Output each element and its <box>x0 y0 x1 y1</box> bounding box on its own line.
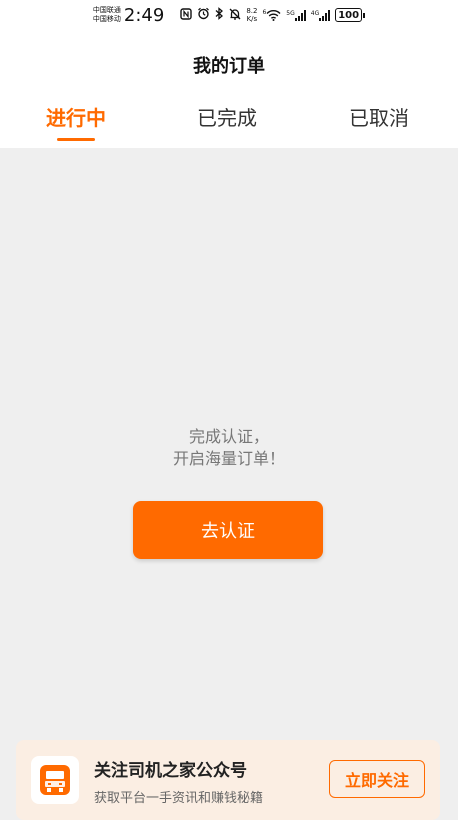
order-tabs: 进行中 已完成 已取消 <box>0 96 458 148</box>
clock: 2:49 <box>123 4 165 26</box>
order-list-area: 完成认证， 开启海量订单！ 去认证 关注司机之家公众号 获取平台一手资讯和赚钱秘… <box>0 148 458 820</box>
empty-state-line-2: 开启海量订单！ <box>172 449 285 468</box>
carrier-labels: 中国联通 中国移动 <box>93 6 121 24</box>
sim1-signal-icon: 5G <box>286 9 306 21</box>
banner-subtitle: 获取平台一手资讯和赚钱秘籍 <box>94 791 264 806</box>
wifi-icon: 6 <box>262 9 281 21</box>
active-tab-indicator <box>57 138 95 141</box>
tab-completed[interactable]: 已完成 <box>177 102 277 131</box>
net-speed-unit: K/s <box>246 15 258 23</box>
banner-title: 关注司机之家公众号 <box>94 761 247 781</box>
empty-state-message: 完成认证， 开启海量订单！ <box>0 426 458 470</box>
order-screen: 中国联通 中国移动 2:49 8.2 K/s 6 5G 4G 100 我的订单 … <box>0 0 458 820</box>
follow-account-banner[interactable]: 关注司机之家公众号 获取平台一手资讯和赚钱秘籍 立即关注 <box>16 740 440 820</box>
tab-in-progress[interactable]: 进行中 <box>26 102 126 131</box>
battery-icon: 100 <box>335 8 366 22</box>
net-speed: 8.2 K/s <box>246 7 257 23</box>
tab-cancelled[interactable]: 已取消 <box>329 102 429 131</box>
net-speed-value: 8.2 <box>246 7 258 15</box>
status-bar: 中国联通 中国移动 2:49 8.2 K/s 6 5G 4G 100 <box>0 0 458 30</box>
empty-state-line-1: 完成认证， <box>188 427 269 446</box>
carrier-1: 中国联通 <box>92 6 121 14</box>
sim2-signal-icon: 4G <box>310 9 331 21</box>
truck-icon <box>31 756 79 804</box>
alarm-icon <box>197 7 210 23</box>
nfc-icon <box>180 7 193 23</box>
verify-button[interactable]: 去认证 <box>133 501 323 559</box>
sim1-net: 5G <box>286 9 295 17</box>
follow-button[interactable]: 立即关注 <box>329 760 425 798</box>
sim2-net: 4G <box>310 9 320 17</box>
carrier-2: 中国移动 <box>92 15 121 23</box>
battery-level: 100 <box>335 8 363 22</box>
page-title: 我的订单 <box>193 56 265 77</box>
status-icons: 8.2 K/s 6 5G 4G 100 <box>180 7 366 23</box>
mute-icon <box>229 8 241 23</box>
bluetooth-icon <box>215 7 224 23</box>
